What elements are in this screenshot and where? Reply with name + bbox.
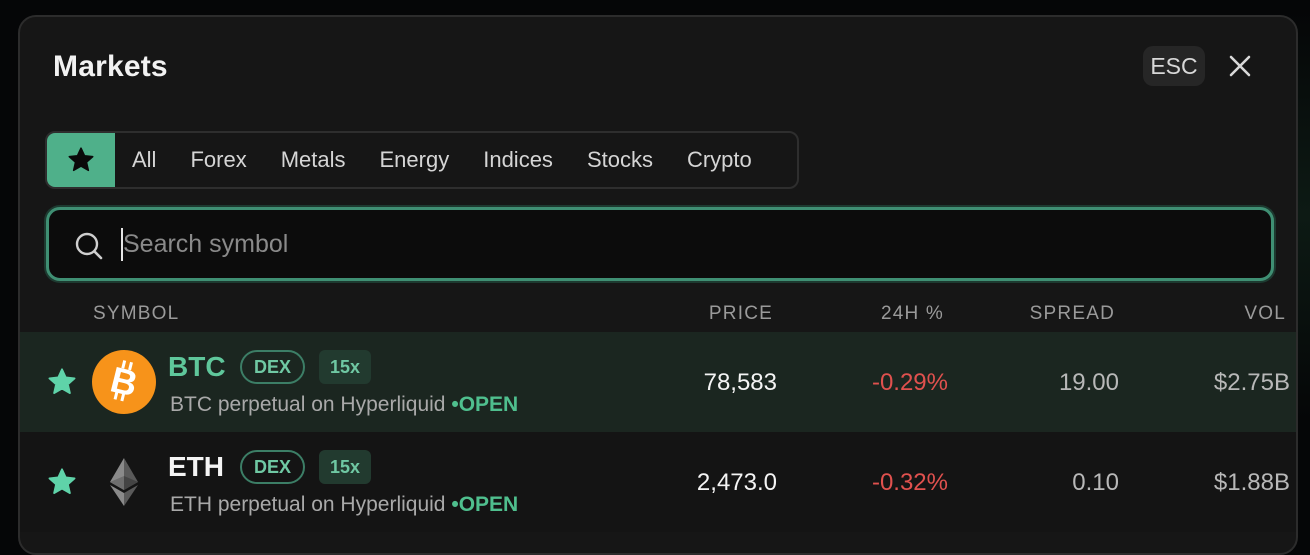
tab-stocks[interactable]: Stocks xyxy=(570,133,670,187)
column-header-change[interactable]: 24H % xyxy=(881,303,944,325)
markets-modal: Markets ESC All Forex Metals Energy Indi… xyxy=(18,15,1298,555)
tab-crypto[interactable]: Crypto xyxy=(670,133,769,187)
tab-all[interactable]: All xyxy=(115,133,173,187)
market-status: OPEN xyxy=(459,493,519,516)
column-header-price[interactable]: PRICE xyxy=(709,303,773,325)
tab-favorites[interactable] xyxy=(47,133,115,187)
star-icon xyxy=(46,466,78,498)
column-header-symbol[interactable]: SYMBOL xyxy=(93,303,179,325)
price-value: 78,583 xyxy=(704,369,777,397)
symbol-description: BTC perpetual on Hyperliquid •OPEN xyxy=(170,393,518,417)
tab-forex[interactable]: Forex xyxy=(173,133,263,187)
symbol-label: ETH xyxy=(168,451,224,483)
tab-metals[interactable]: Metals xyxy=(264,133,363,187)
star-icon xyxy=(46,366,78,398)
market-row-btc[interactable]: B BTC DEX 15x BTC perpetual on Hyperliqu… xyxy=(20,332,1298,432)
market-row-eth[interactable]: ETH DEX 15x ETH perpetual on Hyperliquid… xyxy=(20,432,1298,532)
volume-value: $2.75B xyxy=(1214,369,1290,397)
search-box xyxy=(46,207,1274,281)
symbol-description: ETH perpetual on Hyperliquid •OPEN xyxy=(170,493,518,517)
change-value: -0.29% xyxy=(872,369,948,397)
description-text: ETH perpetual on Hyperliquid xyxy=(170,493,445,516)
price-value: 2,473.0 xyxy=(697,469,777,497)
ethereum-icon xyxy=(92,450,156,514)
close-button[interactable] xyxy=(1225,51,1255,81)
star-icon xyxy=(66,145,96,175)
spread-value: 0.10 xyxy=(1072,469,1119,497)
tab-energy[interactable]: Energy xyxy=(363,133,467,187)
bitcoin-icon: B xyxy=(92,350,156,414)
column-header-vol[interactable]: VOL xyxy=(1244,303,1286,325)
change-value: -0.32% xyxy=(872,469,948,497)
spread-value: 19.00 xyxy=(1059,369,1119,397)
volume-value: $1.88B xyxy=(1214,469,1290,497)
esc-button[interactable]: ESC xyxy=(1143,46,1205,86)
leverage-badge: 15x xyxy=(319,350,371,384)
leverage-badge: 15x xyxy=(319,450,371,484)
symbol-label: BTC xyxy=(168,351,226,383)
category-tabs: All Forex Metals Energy Indices Stocks C… xyxy=(45,131,799,189)
column-header-spread[interactable]: SPREAD xyxy=(1030,303,1115,325)
search-icon xyxy=(73,230,105,262)
modal-title: Markets xyxy=(53,50,168,84)
favorite-toggle[interactable] xyxy=(46,366,78,398)
dex-badge: DEX xyxy=(240,450,305,484)
dex-badge: DEX xyxy=(240,350,305,384)
market-status: OPEN xyxy=(459,393,519,416)
favorite-toggle[interactable] xyxy=(46,466,78,498)
close-icon xyxy=(1228,54,1252,78)
search-input[interactable] xyxy=(123,220,1223,268)
description-text: BTC perpetual on Hyperliquid xyxy=(170,393,445,416)
tab-indices[interactable]: Indices xyxy=(466,133,570,187)
